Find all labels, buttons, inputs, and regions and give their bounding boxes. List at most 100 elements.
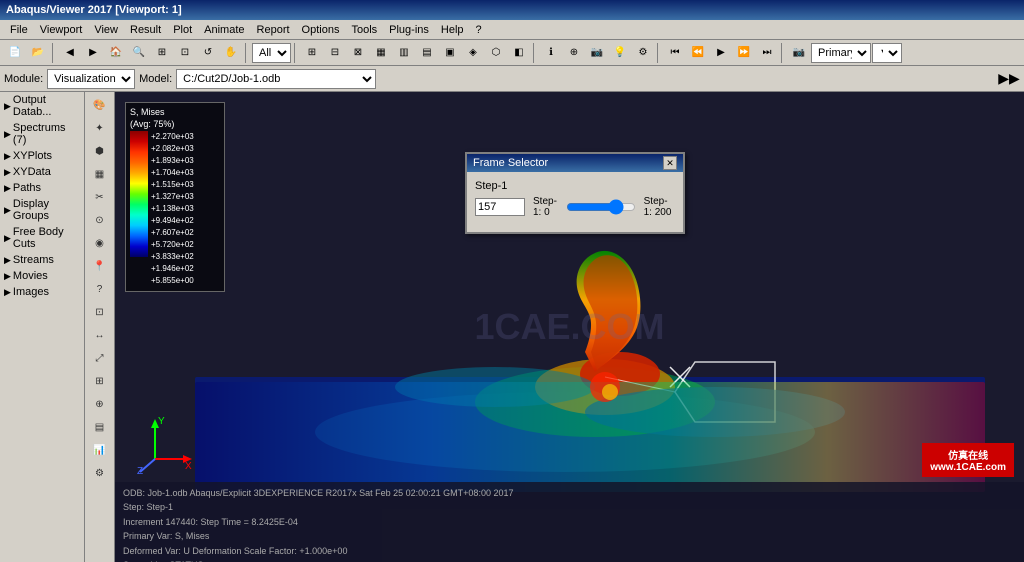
menu-file[interactable]: File [4,23,34,37]
colorbar-subtitle: (Avg: 75%) [130,119,220,129]
play-last[interactable]: ⏭ [756,42,778,64]
sensor-icon[interactable]: ◉ [88,232,112,254]
new-button[interactable]: 📄 [4,42,26,64]
tb-icon4[interactable]: ▦ [370,42,392,64]
sep3 [294,43,298,63]
frame-selector-close[interactable]: ✕ [663,156,677,170]
tb-icon2[interactable]: ⊟ [324,42,346,64]
menu-animate[interactable]: Animate [198,23,250,37]
model-select[interactable]: C:/Cut2D/Job-1.odb [176,69,376,89]
tb-icon8[interactable]: ◈ [462,42,484,64]
misc-icon[interactable]: ⚙ [88,462,112,484]
frame-selector-title-text: Frame Selector [473,157,548,169]
frame-slider[interactable] [566,199,636,215]
probe-icon[interactable]: 📍 [88,255,112,277]
odb-icon[interactable]: 📊 [88,439,112,461]
sidebar-item-streams[interactable]: ▶ Streams [0,252,84,268]
module-select[interactable]: Visualization [47,69,135,89]
sidebar-item-paths[interactable]: ▶ Paths [0,180,84,196]
primary-select[interactable]: Primary [811,43,871,63]
query-icon[interactable]: ? [88,278,112,300]
secondary-select[interactable]: ▼ [872,43,902,63]
frame-selector-body: Step-1 Step-1: 0 Step-1: 200 [467,172,683,232]
logo: 仿真在线 www.1CAE.com [922,443,1014,477]
group-icon[interactable]: ▦ [88,163,112,185]
tb-icon9[interactable]: ⬡ [485,42,507,64]
sidebar: ▶ Output Datab... ▶ Spectrums (7) ▶ XYPl… [0,92,85,562]
colorbar-title: S, Mises [130,107,220,117]
fwd-button[interactable]: ▶ [82,42,104,64]
menu-result[interactable]: Result [124,23,167,37]
pan-button[interactable]: ✋ [220,42,242,64]
tb-icon1[interactable]: ⊞ [301,42,323,64]
step-min-label: Step-1: 0 [533,196,558,218]
section-icon[interactable]: ⊙ [88,209,112,231]
arrow-icon[interactable]: ↔ [88,324,112,346]
menu-view[interactable]: View [88,23,124,37]
statusbar: ODB: Job-1.odb Abaqus/Explicit 3DEXPERIE… [115,482,1024,562]
sidebar-item-displaygroups[interactable]: ▶ Display Groups [0,196,84,224]
setting2-icon[interactable]: ⚙ [632,42,654,64]
rotate-button[interactable]: ↺ [197,42,219,64]
frame-selector-dialog[interactable]: Frame Selector ✕ Step-1 Step-1: 0 Step-1… [465,152,685,234]
cut-icon[interactable]: ✂ [88,186,112,208]
menu-report[interactable]: Report [251,23,296,37]
sidebar-item-images[interactable]: ▶ Images [0,284,84,300]
sidebar-item-results[interactable]: ▶ Output Datab... [0,92,84,120]
menu-plot[interactable]: Plot [167,23,198,37]
field-icon[interactable]: ▤ [88,416,112,438]
frame-input[interactable] [475,198,525,216]
step-label: Step-1 [475,180,675,192]
menu-question[interactable]: ? [470,23,488,37]
info-icon[interactable]: ℹ [540,42,562,64]
menu-options[interactable]: Options [296,23,346,37]
odb-line1: ODB: Job-1.odb Abaqus/Explicit 3DEXPERIE… [123,486,513,500]
orient-icon[interactable]: ⊕ [88,393,112,415]
tb-icon7[interactable]: ▣ [439,42,461,64]
menu-plugins[interactable]: Plug-ins [383,23,435,37]
play-next[interactable]: ⏩ [733,42,755,64]
icon-toolbar: 🎨 ✦ ⬢ ▦ ✂ ⊙ ◉ 📍 ? ⊡ ↔ ⤢ ⊞ ⊕ ▤ 📊 ⚙ [85,92,115,562]
transform-icon[interactable]: ⤢ [88,347,112,369]
tb-icon5[interactable]: ▥ [393,42,415,64]
viewport[interactable]: Viewport: 1 [115,92,1024,562]
titlebar: Abaqus/Viewer 2017 [Viewport: 1] [0,0,1024,20]
light-icon[interactable]: 💡 [609,42,631,64]
play-first[interactable]: ⏮ [664,42,686,64]
view-cut-icon[interactable]: ⊡ [88,301,112,323]
tb-icon6[interactable]: ▤ [416,42,438,64]
back-button[interactable]: ◀ [59,42,81,64]
camera-icon[interactable]: 📷 [586,42,608,64]
zoom-box-button[interactable]: ⊞ [151,42,173,64]
display-icon[interactable]: ⊞ [88,370,112,392]
sidebar-item-freebody[interactable]: ▶ Free Body Cuts [0,224,84,252]
colorbar-legend: S, Mises (Avg: 75%) +2.270e+03 +2.082e+0… [125,102,225,292]
selection-filter[interactable]: All [252,43,291,63]
modulebar: Module: Visualization Model: C:/Cut2D/Jo… [0,66,1024,92]
menu-tools[interactable]: Tools [345,23,383,37]
tb-icon3[interactable]: ⊠ [347,42,369,64]
open-button[interactable]: 📂 [27,42,49,64]
target-icon[interactable]: ⊕ [563,42,585,64]
menu-help[interactable]: Help [435,23,470,37]
home-button[interactable]: 🏠 [105,42,127,64]
menu-viewport[interactable]: Viewport [34,23,89,37]
coordinate-system: Y X Z [135,414,195,477]
symbol-icon[interactable]: ✦ [88,117,112,139]
sidebar-item-xydata[interactable]: ▶ XYData [0,164,84,180]
play-button[interactable]: ▶ [710,42,732,64]
sidebar-item-xyplots[interactable]: ▶ XYPlots [0,148,84,164]
contour-icon[interactable]: 🎨 [88,94,112,116]
sidebar-item-spectrums[interactable]: ▶ Spectrums (7) [0,120,84,148]
zoom-button[interactable]: 🔍 [128,42,150,64]
play-prev[interactable]: ⏪ [687,42,709,64]
toolbar1: 📄 📂 ◀ ▶ 🏠 🔍 ⊞ ⊡ ↺ ✋ All ⊞ ⊟ ⊠ ▦ ▥ ▤ ▣ ◈ … [0,40,1024,66]
fit-button[interactable]: ⊡ [174,42,196,64]
expand-button[interactable]: ▶▶ [998,68,1020,90]
sidebar-item-movies[interactable]: ▶ Movies [0,268,84,284]
camera2-icon[interactable]: 📷 [788,42,810,64]
odb-line6: Status Var: STATUS [123,558,513,562]
frame-selector-titlebar[interactable]: Frame Selector ✕ [467,154,683,172]
tb-icon10[interactable]: ◧ [508,42,530,64]
path-icon[interactable]: ⬢ [88,140,112,162]
